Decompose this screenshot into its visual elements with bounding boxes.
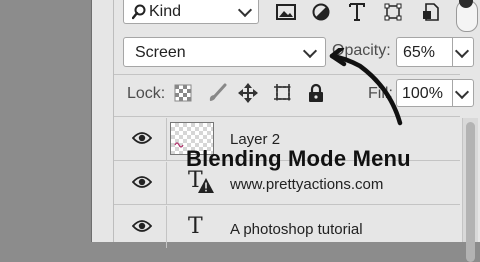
smart-object-icon[interactable] — [420, 2, 442, 22]
blend-mode-value: Screen — [135, 44, 186, 61]
adjustment-icon[interactable] — [310, 2, 332, 22]
layer-name: www.prettyactions.com — [230, 176, 384, 193]
text-layer-icon: T — [188, 214, 203, 239]
image-icon[interactable] — [275, 2, 297, 22]
eye-icon[interactable] — [132, 175, 152, 189]
divider — [114, 204, 460, 205]
lock-artboard-icon[interactable] — [272, 82, 294, 104]
blend-mode-select[interactable]: Screen — [123, 37, 326, 67]
column-divider — [166, 118, 167, 160]
lock-image-pixels-icon[interactable] — [206, 82, 228, 104]
filter-kind-select[interactable]: Kind — [123, 0, 259, 24]
lock-transparent-pixels-icon[interactable] — [172, 82, 194, 104]
shape-icon[interactable] — [382, 2, 404, 22]
layer-name: A photoshop tutorial — [230, 221, 363, 238]
annotation-arrow-icon — [329, 48, 403, 126]
chevron-down-icon — [454, 84, 470, 100]
lock-position-icon[interactable] — [237, 82, 259, 104]
column-divider — [166, 162, 167, 204]
type-icon[interactable] — [346, 2, 368, 22]
layers-scrollbar[interactable] — [462, 118, 478, 262]
canvas-area — [0, 0, 91, 242]
search-icon — [132, 4, 146, 19]
filter-kind-label: Kind — [149, 2, 182, 20]
eye-icon[interactable] — [132, 219, 152, 233]
lock-label: Lock: — [127, 85, 166, 102]
opacity-dropdown-button[interactable] — [452, 37, 474, 67]
annotation-label: Blending Mode Menu — [186, 146, 411, 171]
eye-icon[interactable] — [132, 131, 152, 145]
scrollbar-thumb[interactable] — [466, 122, 475, 262]
fill-dropdown-button[interactable] — [452, 79, 474, 107]
chevron-down-icon — [302, 43, 318, 59]
chevron-down-icon — [237, 2, 253, 18]
warning-icon — [198, 178, 214, 193]
chevron-down-icon — [454, 43, 470, 59]
